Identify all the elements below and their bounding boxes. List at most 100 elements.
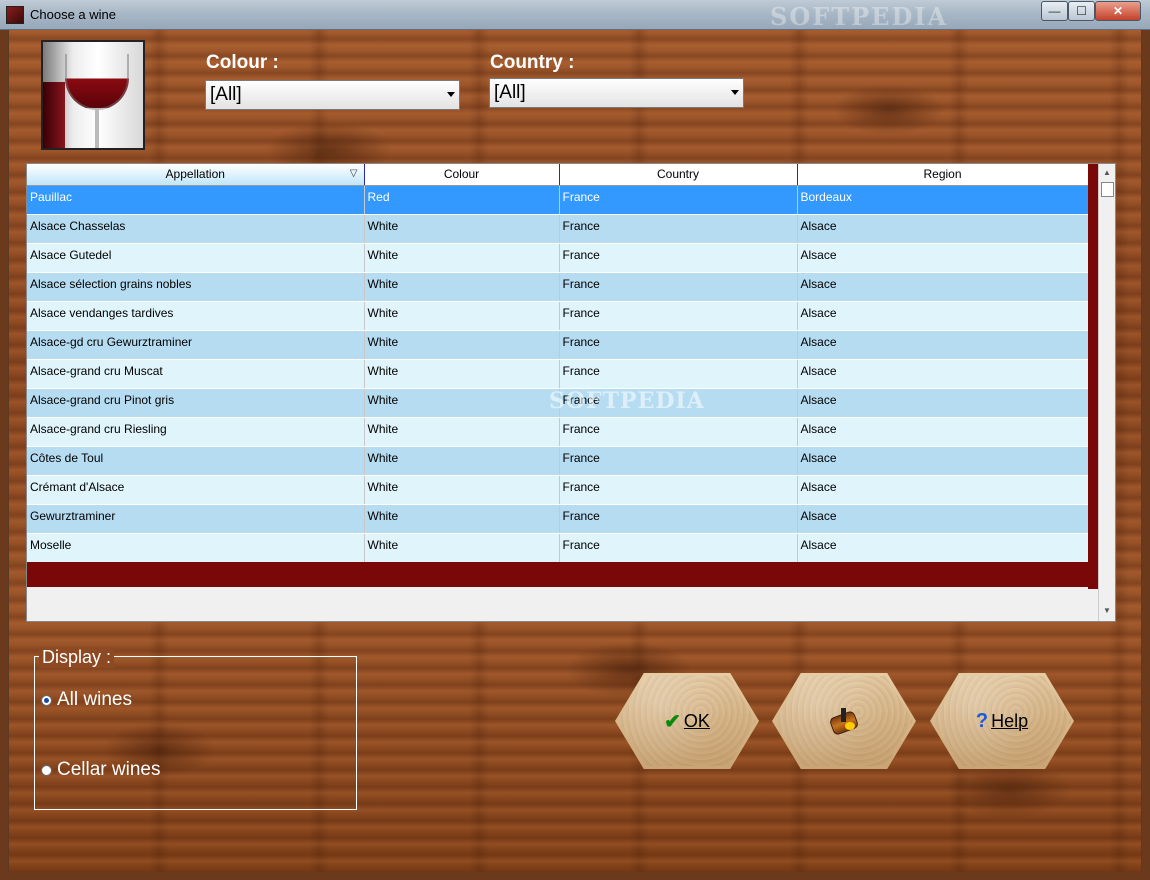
table-row[interactable]: Côtes de Toul White France Alsace [27,446,1089,476]
window-title: Choose a wine [30,7,116,22]
table-row[interactable]: Moselle White France Alsace [27,533,1089,563]
cell-colour: White [364,330,560,360]
cellar-button[interactable] [772,673,916,769]
cell-region: Alsace [797,504,1089,534]
grid-footer-band [27,562,1089,587]
display-group-label: Display : [39,647,115,668]
cell-colour: White [364,475,560,505]
radio-cellar-wines-label: Cellar wines [57,759,161,780]
scrollbar-thumb[interactable] [1101,182,1114,197]
cell-country: France [559,475,798,505]
cell-region: Alsace [797,475,1089,505]
cell-country: France [559,533,798,563]
table-row[interactable]: Alsace-grand cru Riesling White France A… [27,417,1089,447]
glass-stem-shape [95,109,99,148]
cell-colour: White [364,214,560,244]
cell-appellation: Alsace vendanges tardives [27,301,365,331]
cell-region: Alsace [797,214,1089,244]
wine-glass-shape [65,54,129,110]
cell-colour: White [364,243,560,273]
column-header-colour[interactable]: Colour [364,164,560,186]
minimize-button[interactable]: — [1041,1,1068,21]
country-label: Country : [490,52,575,73]
chevron-down-icon[interactable] [447,92,455,97]
cell-region: Alsace [797,272,1089,302]
cell-country: France [559,272,798,302]
display-group: Display : All wines Cellar wines [34,647,357,810]
cell-country: France [559,504,798,534]
radio-button-icon[interactable] [41,694,52,706]
cell-region: Alsace [797,301,1089,331]
radio-cellar-wines[interactable]: Cellar wines [41,759,160,781]
cell-colour: White [364,417,560,447]
cell-appellation: Alsace-grand cru Pinot gris [27,388,365,418]
table-row[interactable]: Alsace Chasselas White France Alsace [27,214,1089,244]
table-row[interactable]: Crémant d'Alsace White France Alsace [27,475,1089,505]
column-header-label: Region [923,167,962,182]
colour-dropdown[interactable]: [All] [205,80,460,110]
cell-country: France [559,417,798,447]
table-row[interactable]: Alsace Gutedel White France Alsace [27,243,1089,273]
bottle-shape [841,708,846,722]
column-header-country[interactable]: Country [559,164,798,186]
chevron-down-icon[interactable] [731,90,739,95]
cell-region: Alsace [797,359,1089,389]
cell-country: France [559,359,798,389]
cell-colour: White [364,504,560,534]
table-row[interactable]: Alsace sélection grains nobles White Fra… [27,272,1089,302]
ok-button-label: OK [683,710,710,731]
cell-appellation: Alsace sélection grains nobles [27,272,365,302]
cell-country: France [559,301,798,331]
cell-country: France [559,214,798,244]
help-button-content: ? Help [976,710,1028,733]
cell-colour: White [364,359,560,389]
cell-colour: White [364,388,560,418]
column-header-label: Country [656,167,700,182]
country-dropdown-value: [All] [494,82,526,103]
column-header-region[interactable]: Region [797,164,1089,186]
country-dropdown[interactable]: [All] [489,78,744,108]
cell-colour: Red [364,185,560,215]
close-button[interactable]: ✕ [1095,1,1141,21]
radio-all-wines-label: All wines [57,689,132,710]
scroll-down-icon[interactable]: ▼ [1103,606,1111,615]
table-row[interactable]: Gewurztraminer White France Alsace [27,504,1089,534]
cell-appellation: Alsace-grand cru Riesling [27,417,365,447]
cell-region: Alsace [797,417,1089,447]
help-icon: ? [975,709,989,732]
cell-region: Bordeaux [797,185,1089,215]
radio-all-wines[interactable]: All wines [41,689,132,711]
cell-appellation: Alsace Gutedel [27,243,365,273]
table-row[interactable]: Pauillac Red France Bordeaux [27,185,1089,215]
cell-colour: White [364,533,560,563]
cell-region: Alsace [797,388,1089,418]
cell-country: France [559,330,798,360]
cellar-icon [828,708,860,736]
grid-right-band [1088,164,1098,589]
radio-button-icon[interactable] [41,764,52,776]
table-row[interactable]: Alsace vendanges tardives White France A… [27,301,1089,331]
cell-region: Alsace [797,533,1089,563]
column-header-appellation[interactable]: Appellation ▽ [27,164,365,186]
dialog-client-area: Colour : [All] Country : [All] Appellati… [8,30,1142,872]
cell-country: France [559,446,798,476]
maximize-button[interactable]: ☐ [1068,1,1095,21]
cell-colour: White [364,272,560,302]
table-row[interactable]: Alsace-grand cru Pinot gris White France… [27,388,1089,418]
cell-country: France [559,185,798,215]
colour-label: Colour : [206,52,279,73]
cell-appellation: Côtes de Toul [27,446,365,476]
help-button-label: Help [991,710,1029,731]
table-row[interactable]: Alsace-grand cru Muscat White France Als… [27,359,1089,389]
scroll-up-icon[interactable]: ▲ [1103,168,1111,177]
cell-colour: White [364,446,560,476]
vertical-scrollbar[interactable]: ▲ ▼ [1098,164,1115,621]
table-row[interactable]: Alsace-gd cru Gewurztraminer White Franc… [27,330,1089,360]
wine-table: Appellation ▽ Colour Country Region Paui… [27,164,1089,563]
wine-glass-image [41,40,145,150]
ok-button[interactable]: ✔ OK [615,673,759,769]
column-header-label: Colour [443,167,480,182]
wine-grid[interactable]: Appellation ▽ Colour Country Region Paui… [26,163,1116,622]
cell-appellation: Alsace-gd cru Gewurztraminer [27,330,365,360]
help-button[interactable]: ? Help [930,673,1074,769]
